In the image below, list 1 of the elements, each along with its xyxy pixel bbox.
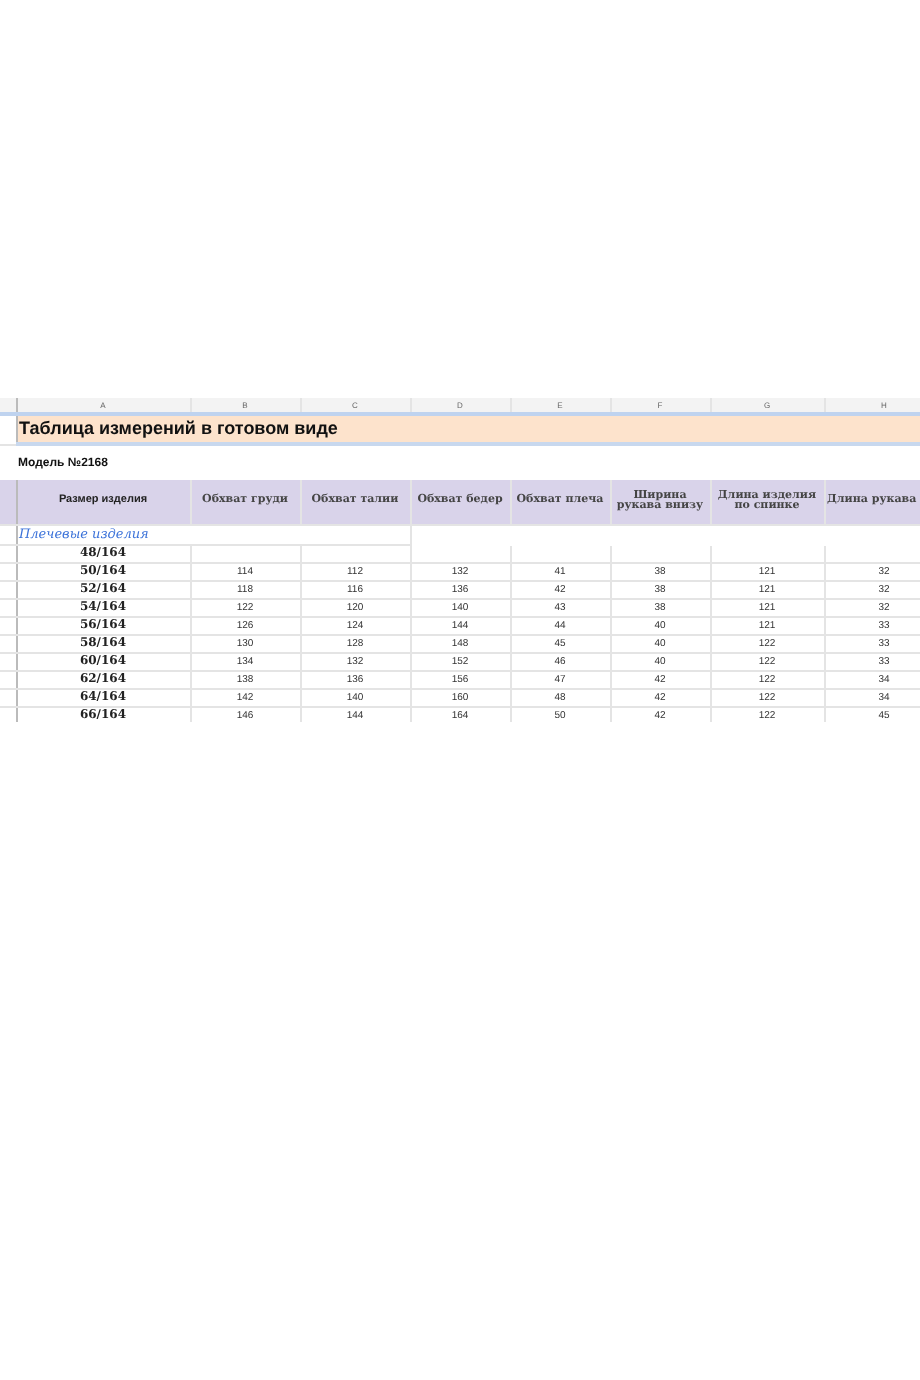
sheet-title: Таблица измерений в готовом виде bbox=[19, 418, 338, 438]
